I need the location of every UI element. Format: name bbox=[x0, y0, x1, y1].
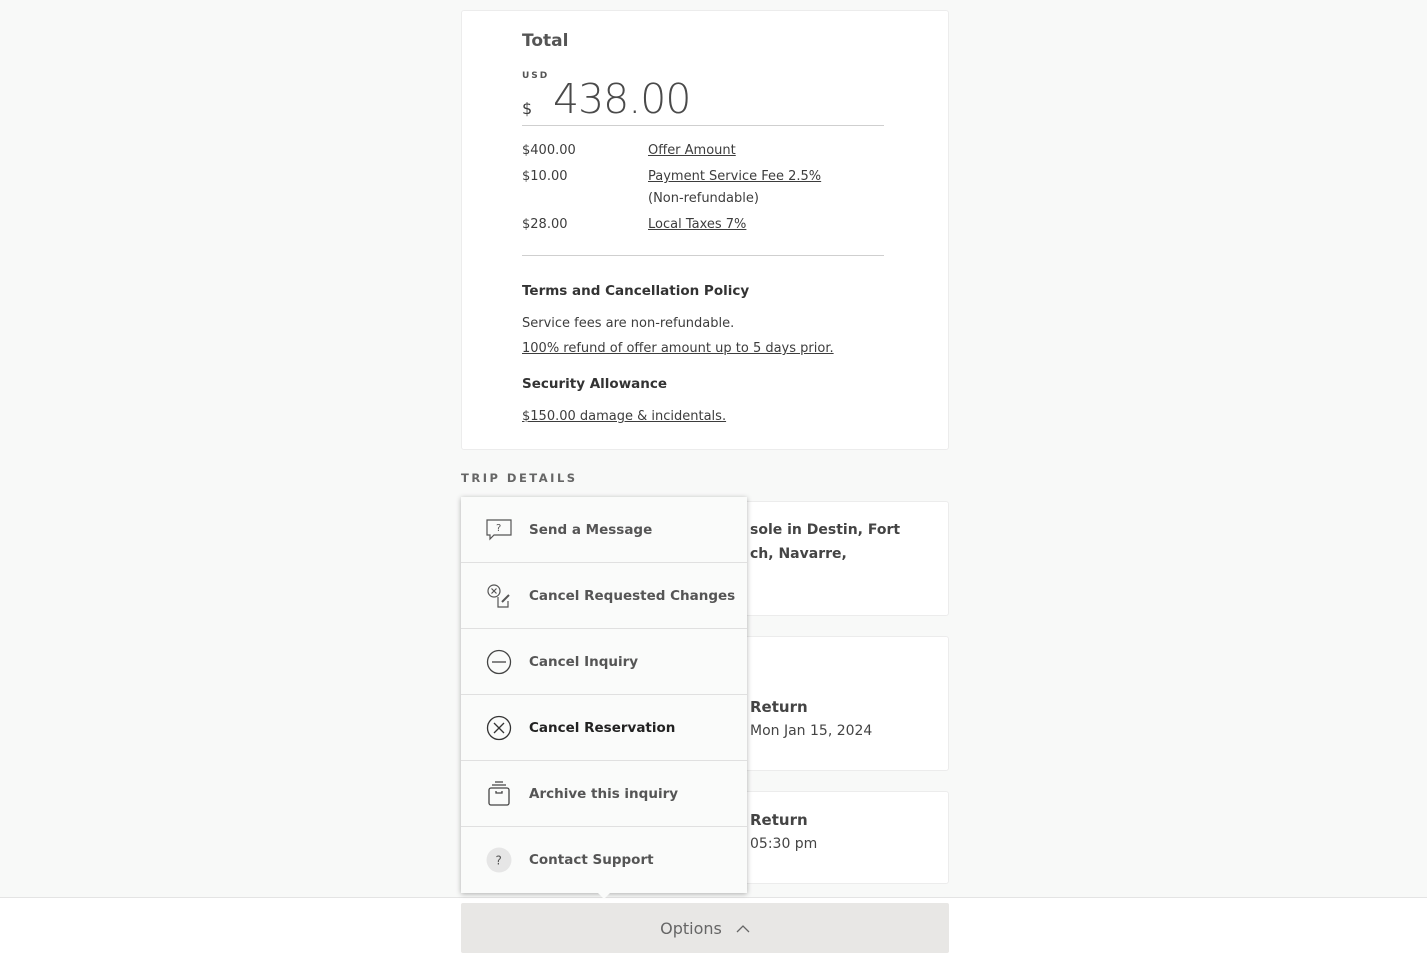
security-allowance-link[interactable]: $150.00 damage & incidentals. bbox=[522, 409, 726, 424]
service-fee-link[interactable]: Payment Service Fee 2.5% bbox=[648, 169, 821, 184]
options-button[interactable]: Options bbox=[461, 903, 949, 953]
question-circle-icon: ? bbox=[486, 847, 512, 873]
cancel-edit-icon bbox=[487, 583, 510, 608]
message-question-icon: ? bbox=[486, 518, 512, 540]
line-value: $28.00 bbox=[522, 217, 568, 232]
refund-policy-link[interactable]: 100% refund of offer amount up to 5 days… bbox=[522, 341, 834, 356]
options-menu: ? Send a Message Cancel Requested Change… bbox=[461, 497, 747, 893]
send-message-item[interactable]: ? Send a Message bbox=[461, 497, 747, 563]
options-label: Options bbox=[660, 918, 722, 938]
minus-circle-icon bbox=[486, 649, 512, 674]
terms-heading: Terms and Cancellation Policy bbox=[522, 283, 750, 299]
cancel-requested-changes-item[interactable]: Cancel Requested Changes bbox=[461, 563, 747, 629]
total-card: Total USD $ 438.00 $400.00 Offer Amount $… bbox=[461, 10, 949, 450]
offer-amount-link[interactable]: Offer Amount bbox=[648, 143, 736, 158]
chevron-up-icon bbox=[736, 924, 750, 932]
archive-box-icon bbox=[488, 780, 510, 806]
return-time: 05:30 pm bbox=[750, 836, 818, 852]
archive-inquiry-item[interactable]: Archive this inquiry bbox=[461, 761, 747, 827]
menu-label: Cancel Requested Changes bbox=[529, 587, 736, 604]
listing-title: ch, Navarre, bbox=[750, 546, 847, 562]
return-date: Mon Jan 15, 2024 bbox=[750, 723, 873, 739]
listing-title: sole in Destin, Fort bbox=[750, 522, 901, 538]
total-amount: 438.00 bbox=[553, 75, 691, 123]
return-label: Return bbox=[750, 811, 808, 829]
currency-symbol: $ bbox=[522, 99, 533, 118]
menu-label: Cancel Reservation bbox=[529, 719, 676, 736]
divider bbox=[522, 125, 884, 126]
menu-label: Archive this inquiry bbox=[529, 785, 679, 802]
menu-label: Cancel Inquiry bbox=[529, 653, 639, 670]
footer-bar: Options bbox=[0, 897, 1427, 954]
contact-support-item[interactable]: ? Contact Support bbox=[461, 827, 747, 893]
return-label: Return bbox=[750, 698, 808, 716]
svg-text:?: ? bbox=[496, 523, 501, 534]
svg-text:?: ? bbox=[496, 854, 502, 868]
local-taxes-link[interactable]: Local Taxes 7% bbox=[648, 217, 746, 232]
x-circle-icon bbox=[486, 715, 512, 740]
non-refundable-note: (Non-refundable) bbox=[648, 191, 759, 206]
cancel-inquiry-item[interactable]: Cancel Inquiry bbox=[461, 629, 747, 695]
line-value: $400.00 bbox=[522, 143, 576, 158]
menu-label: Contact Support bbox=[529, 852, 654, 868]
menu-label: Send a Message bbox=[529, 521, 653, 538]
menu-pointer bbox=[597, 892, 611, 899]
total-title: Total bbox=[522, 31, 569, 51]
divider bbox=[522, 255, 884, 256]
line-value: $10.00 bbox=[522, 169, 568, 184]
terms-text: Service fees are non-refundable. bbox=[522, 316, 735, 331]
trip-details-label: TRIP DETAILS bbox=[461, 471, 578, 485]
cancel-reservation-item[interactable]: Cancel Reservation bbox=[461, 695, 747, 761]
security-heading: Security Allowance bbox=[522, 376, 668, 392]
